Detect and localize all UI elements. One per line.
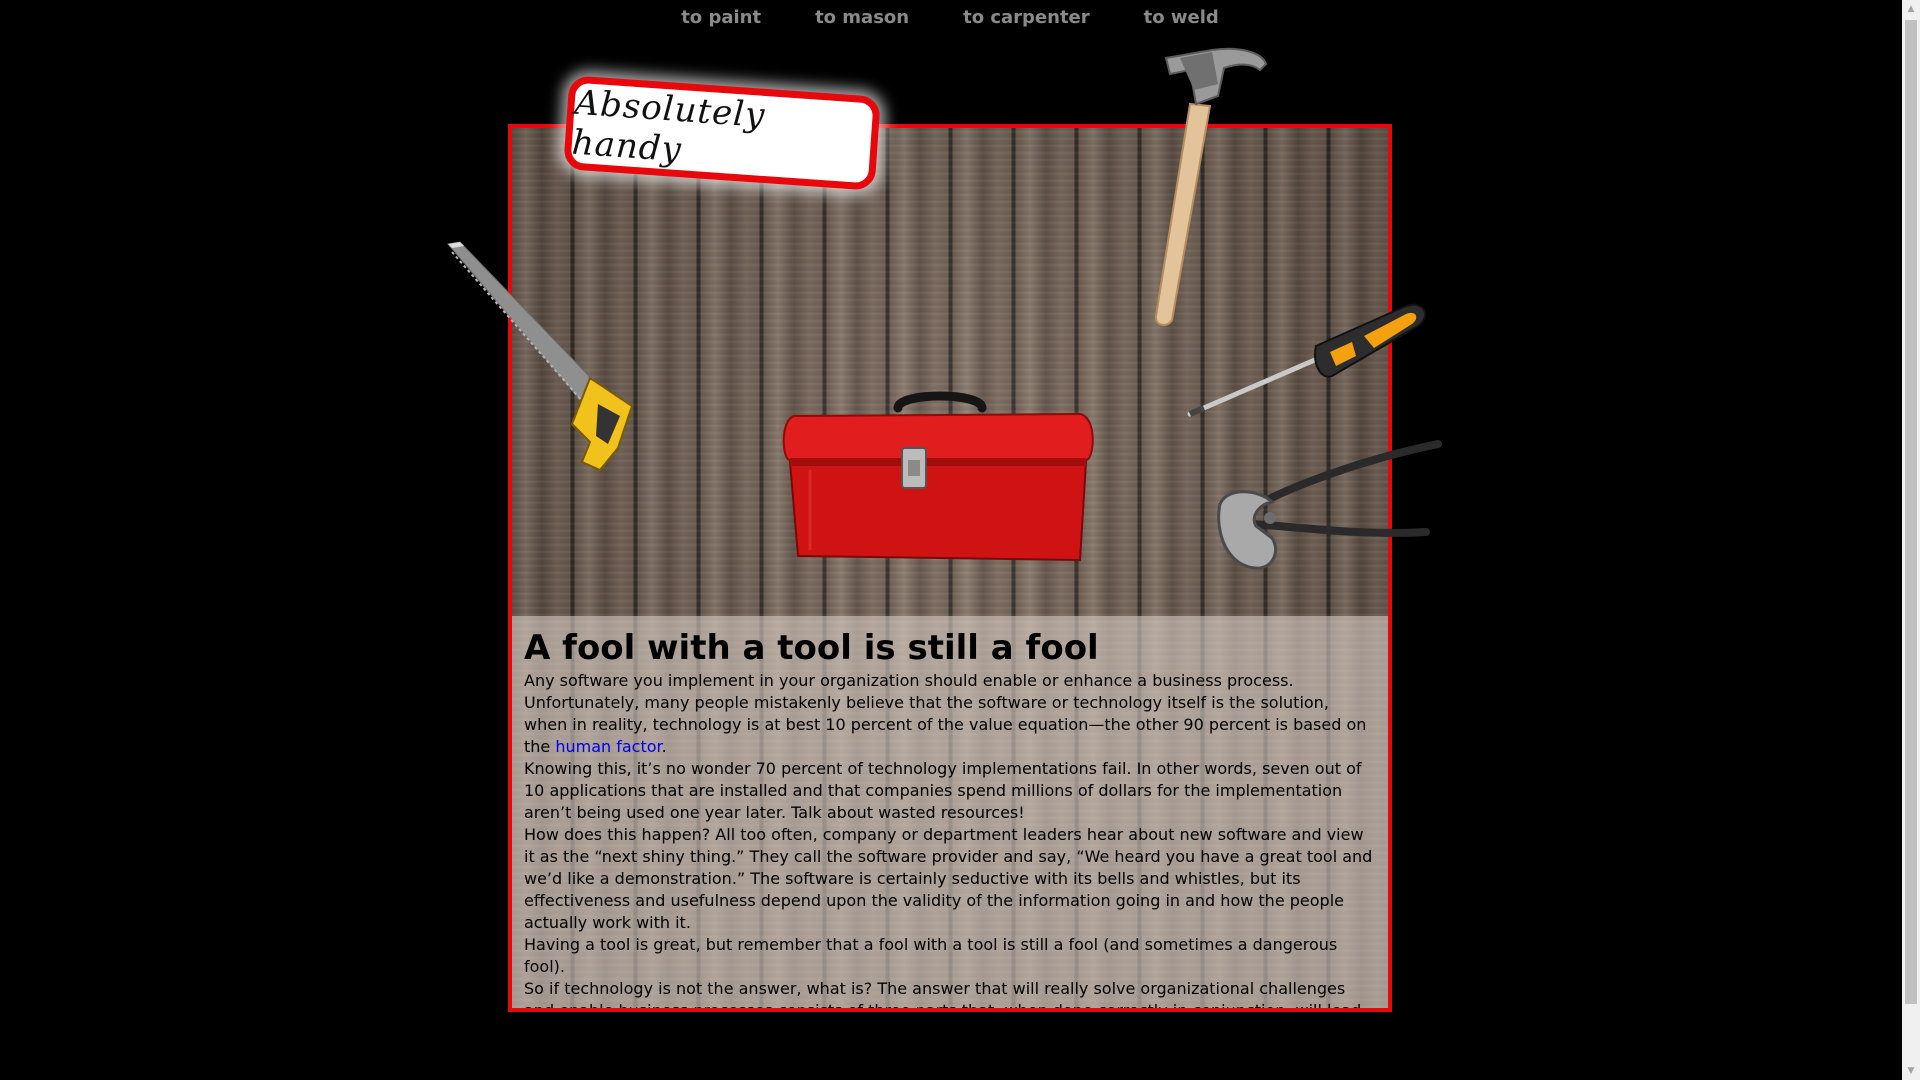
paragraph-5: Having a tool is great, but remember tha… [524,935,1338,976]
nav-item-mason[interactable]: to mason [788,6,936,30]
screwdriver-icon [1187,303,1427,417]
nav-item-paint[interactable]: to paint [654,6,788,30]
article-title: A fool with a tool is still a fool [524,628,1099,668]
page: to paint to mason to carpenter to weld A… [0,0,1920,1080]
scroll-thumb[interactable] [1905,20,1917,1004]
saw-icon [447,241,634,472]
paragraph-1: Any software you implement in your organ… [524,671,1294,690]
paragraph-2: Unfortunately, many people mistakenly be… [524,692,1376,758]
paragraph-4: How does this happen? All too often, com… [524,825,1373,932]
paragraph-6: So if technology is not the answer, what… [524,979,1362,1012]
article-panel: A fool with a tool is still a fool Any s… [512,616,1388,1008]
paragraph-3: Knowing this, it’s no wonder 70 percent … [524,759,1362,822]
hammer-icon [1154,47,1268,326]
top-nav: to paint to mason to carpenter to weld [0,6,1900,30]
logo-text: Absolutely handy [570,82,767,171]
scroll-up-arrow-icon[interactable]: ▲ [1902,0,1920,18]
nav-item-weld[interactable]: to weld [1117,6,1246,30]
nav-item-carpenter[interactable]: to carpenter [936,6,1117,30]
toolbox-icon [782,391,1094,562]
page-scrollbar[interactable]: ▲ ▼ [1902,0,1920,1080]
pincers-icon [1217,440,1442,570]
paragraph-2-end: . [661,737,667,756]
human-factor-link[interactable]: human factor [555,737,661,756]
scroll-down-arrow-icon[interactable]: ▼ [1902,1062,1920,1080]
